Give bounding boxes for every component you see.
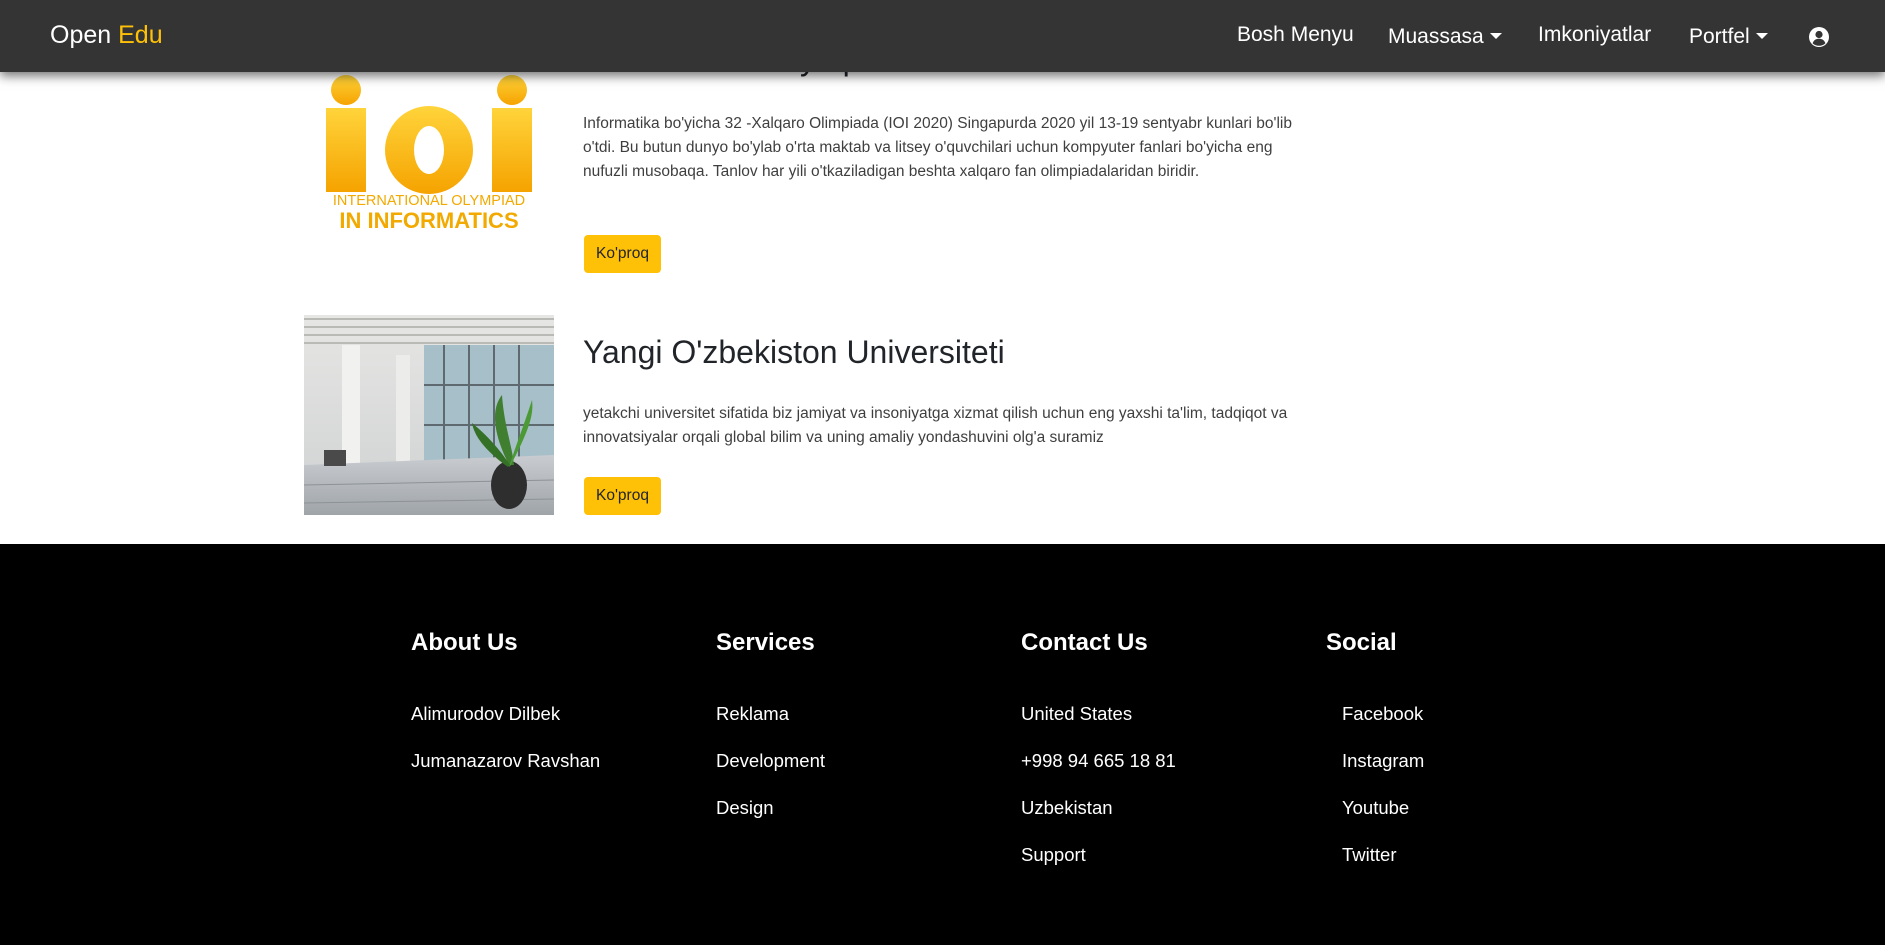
- card-text: yetakchi universitet sifatida biz jamiya…: [583, 405, 1288, 446]
- footer-link-youtube[interactable]: Youtube: [1342, 797, 1409, 819]
- brand-accent-text: Edu: [118, 21, 163, 49]
- nav-link-label: Imkoniyatlar: [1538, 23, 1652, 46]
- nav-link-bosh-menyu[interactable]: Bosh Menyu: [1237, 23, 1354, 47]
- nav-link-label: Muassasa: [1388, 25, 1484, 48]
- ioi-logo-line2: IN INFORMATICS: [339, 208, 518, 233]
- footer-link[interactable]: Reklama: [716, 703, 789, 725]
- ioi-logo: INTERNATIONAL OLYMPIAD IN INFORMATICS: [326, 75, 532, 233]
- footer-link[interactable]: +998 94 665 18 81: [1021, 750, 1176, 772]
- caret-down-icon: [1489, 33, 1502, 39]
- footer-link-twitter[interactable]: Twitter: [1342, 844, 1396, 866]
- card-text: Informatika bo'yicha 32 -Xalqaro Olimpia…: [583, 115, 1292, 180]
- nav-dropdown-portfel[interactable]: Portfel: [1689, 25, 1768, 49]
- more-button[interactable]: Ko'proq: [584, 235, 661, 273]
- footer-link[interactable]: Design: [716, 797, 774, 819]
- more-button[interactable]: Ko'proq: [584, 477, 661, 515]
- footer-heading-social: Social: [1326, 629, 1397, 656]
- footer-heading-contact: Contact Us: [1021, 629, 1148, 656]
- footer-link[interactable]: Jumanazarov Ravshan: [411, 750, 600, 772]
- nav-dropdown-muassasa[interactable]: Muassasa: [1388, 25, 1502, 49]
- nav-link-imkoniyatlar[interactable]: Imkoniyatlar: [1538, 23, 1651, 47]
- ioi-logo-line1: INTERNATIONAL OLYMPIAD: [333, 193, 525, 209]
- brand-logo[interactable]: Open Edu: [50, 21, 163, 50]
- user-circle-icon[interactable]: [1808, 26, 1830, 48]
- footer-link[interactable]: Alimurodov Dilbek: [411, 703, 560, 725]
- brand-text: Open: [50, 21, 112, 49]
- footer-link[interactable]: Uzbekistan: [1021, 797, 1113, 819]
- nav-link-label: Bosh Menyu: [1237, 23, 1354, 46]
- caret-down-icon: [1755, 33, 1768, 39]
- footer: About Us Alimurodov Dilbek Jumanazarov R…: [0, 544, 1885, 945]
- footer-link[interactable]: Support: [1021, 844, 1086, 866]
- footer-link-instagram[interactable]: Instagram: [1342, 750, 1424, 772]
- card-title: Yangi O'zbekiston Universiteti: [583, 334, 1005, 370]
- footer-link[interactable]: United States: [1021, 703, 1132, 725]
- navbar: Open Edu Bosh Menyu Muassasa Imkoniyatla…: [0, 0, 1885, 72]
- footer-link-facebook[interactable]: Facebook: [1342, 703, 1423, 725]
- university-lobby-image: [304, 315, 554, 515]
- footer-heading-services: Services: [716, 629, 815, 656]
- footer-heading-about: About Us: [411, 629, 518, 656]
- nav-link-label: Portfel: [1689, 25, 1750, 48]
- footer-link[interactable]: Development: [716, 750, 825, 772]
